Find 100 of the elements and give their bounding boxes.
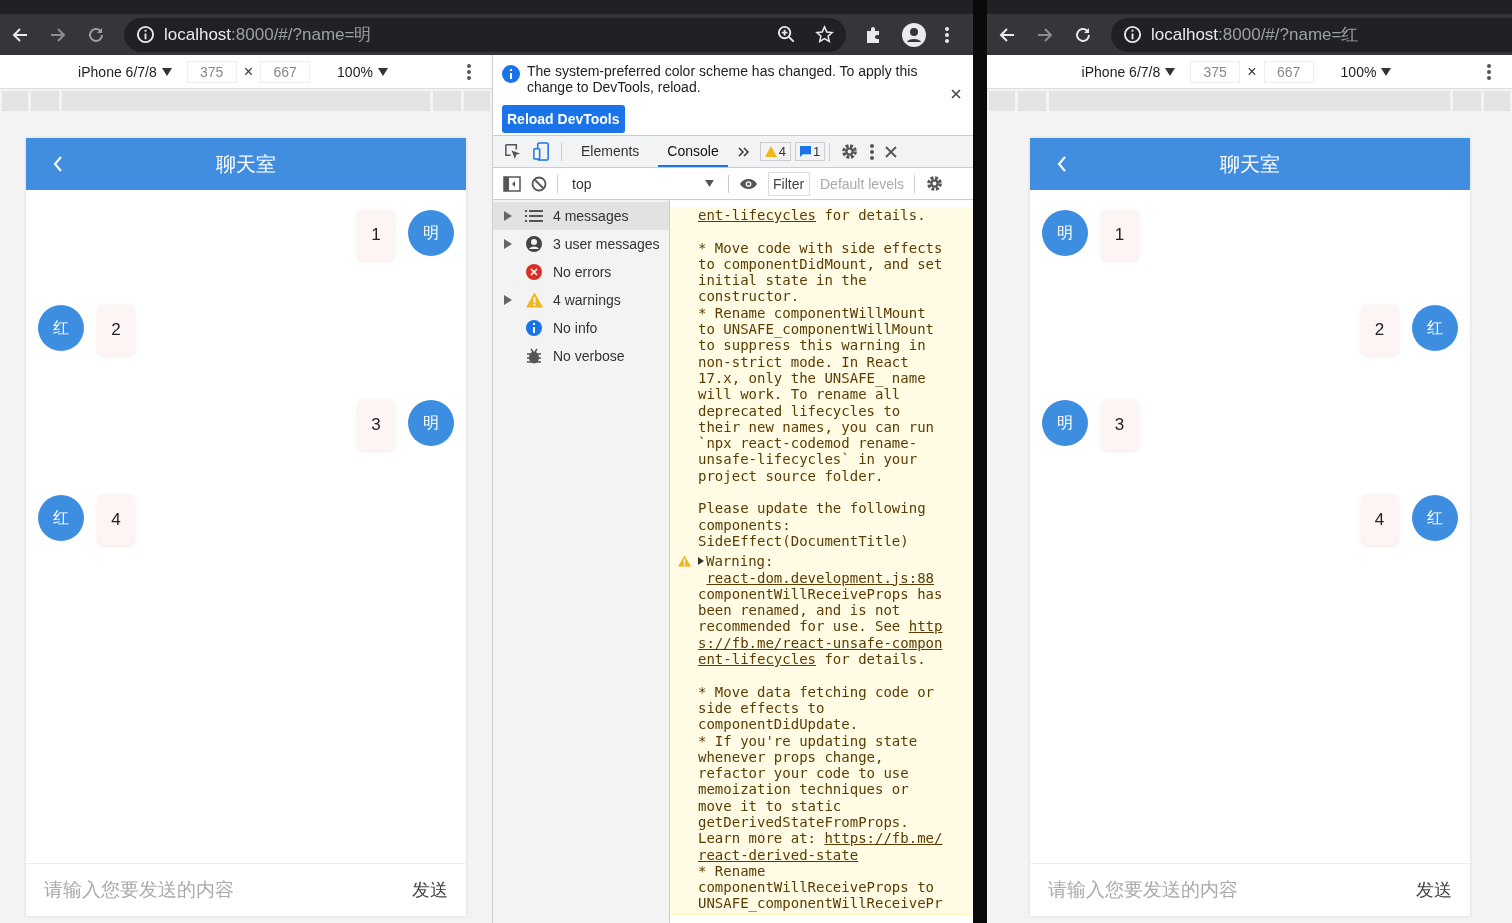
- console-line: `npx react-codemod rename-: [698, 435, 919, 452]
- caret-icon: [1381, 67, 1392, 76]
- caret-icon: [1165, 67, 1176, 76]
- console-line: componentWillReceiveProps to: [698, 879, 935, 896]
- device-select[interactable]: iPhone 6/7/8: [1073, 63, 1184, 80]
- source-link[interactable]: react-dom.development.js:88: [706, 569, 934, 586]
- zoom-select[interactable]: 100%: [1332, 63, 1400, 80]
- zoom-select[interactable]: 100%: [329, 63, 396, 80]
- eye-icon[interactable]: [739, 177, 758, 190]
- console-line: non-strict mode. In React: [698, 353, 910, 370]
- avatar: 红: [1411, 495, 1458, 541]
- message-bubble: 4: [98, 495, 134, 545]
- console-line: Please update the following: [698, 500, 927, 517]
- caret-icon: [161, 67, 172, 76]
- console-line: componentWillReceiveProps has: [698, 585, 944, 603]
- star-icon[interactable]: [815, 25, 834, 44]
- message-bubble: 3: [1101, 400, 1138, 450]
- console-link[interactable]: s://fb.me/react-unsafe-compon: [698, 634, 943, 651]
- warning-icon: [678, 555, 691, 568]
- expand-arrow-icon[interactable]: [698, 557, 704, 566]
- console-message-title: Warning:: [706, 553, 774, 570]
- console-line: * Rename: [698, 862, 767, 880]
- zoom-icon[interactable]: [777, 25, 796, 44]
- sidebar-item[interactable]: 4 warnings: [493, 286, 669, 314]
- inspect-icon[interactable]: [503, 142, 522, 161]
- console-line: refactor your code to use: [698, 765, 910, 782]
- sidebar-item[interactable]: 3 user messages: [493, 230, 669, 258]
- sidebar-item[interactable]: No verbose: [493, 342, 669, 370]
- address-bar[interactable]: localhost:8000/#/?name=红: [1111, 17, 1512, 52]
- sidebar-item[interactable]: No errors: [493, 258, 669, 286]
- console-line: ent-lifecycles for details.: [698, 207, 927, 224]
- console-line: componentDidUpdate.: [698, 716, 860, 733]
- more-tabs-icon[interactable]: [737, 145, 750, 158]
- context-select[interactable]: top: [568, 175, 718, 192]
- expand-arrow-icon[interactable]: [504, 239, 512, 249]
- kebab-menu-icon[interactable]: [869, 142, 876, 161]
- height-field[interactable]: 667: [260, 60, 311, 83]
- devtools-tab[interactable]: Elements: [572, 136, 649, 167]
- message-input[interactable]: 请输入您要发送的内容: [44, 879, 412, 901]
- sidebar-item[interactable]: 4 messages: [493, 202, 669, 230]
- close-icon[interactable]: [951, 89, 961, 99]
- console-line: whenever props change,: [698, 748, 885, 766]
- warning-icon: [525, 292, 543, 308]
- settings-icon[interactable]: [925, 174, 945, 193]
- send-button[interactable]: 发送: [1415, 878, 1452, 902]
- device-select[interactable]: iPhone 6/7/8: [70, 63, 180, 80]
- console-line: to suppress this warning in: [698, 337, 926, 354]
- console-line: unsafe-lifecycles` in your: [698, 451, 919, 468]
- reload-devtools-button[interactable]: Reload DevTools: [502, 105, 625, 133]
- console-line: * If you're updating state: [698, 732, 919, 749]
- console-line: ent-lifecycles for details.: [698, 651, 927, 668]
- message-count-badge[interactable]: 1: [794, 142, 826, 161]
- avatar: 红: [38, 495, 84, 541]
- info-icon: [1123, 25, 1142, 44]
- height-field[interactable]: 667: [1263, 60, 1314, 83]
- console-link[interactable]: ent-lifecycles: [698, 651, 816, 667]
- sidebar-toggle-icon[interactable]: [503, 175, 521, 192]
- message-input[interactable]: 请输入您要发送的内容: [1047, 879, 1416, 901]
- console-line: * Rename componentWillMount: [698, 304, 927, 322]
- message-bubble: 3: [358, 400, 394, 450]
- caret-icon: [377, 67, 388, 76]
- kebab-menu-icon[interactable]: [1486, 62, 1492, 81]
- console-link[interactable]: https://fb.me/: [824, 830, 943, 847]
- list-icon: [525, 209, 543, 223]
- console-line: deprecated lifecycles to: [698, 402, 902, 419]
- warning-count-badge[interactable]: 4: [759, 142, 791, 161]
- clear-console-icon[interactable]: [531, 175, 547, 192]
- console-line: initial state in the: [698, 272, 868, 289]
- avatar: 明: [408, 400, 454, 446]
- console-link[interactable]: ent-lifecycles: [698, 207, 816, 223]
- console-link[interactable]: http: [908, 618, 943, 635]
- times-sign: ×: [243, 62, 254, 81]
- devtools-tab[interactable]: Console: [658, 136, 728, 167]
- kebab-menu-icon[interactable]: [466, 62, 472, 81]
- console-line: UNSAFE_componentWillReceivePr: [698, 895, 944, 912]
- width-field[interactable]: 375: [186, 60, 237, 83]
- kebab-menu-icon[interactable]: [944, 24, 950, 45]
- user-icon: [526, 236, 542, 252]
- error-icon: [526, 264, 542, 280]
- page-title: 聊天室: [1219, 151, 1280, 177]
- width-field[interactable]: 375: [1190, 60, 1241, 83]
- avatar: 明: [1041, 400, 1088, 446]
- close-icon[interactable]: [885, 145, 898, 158]
- warning-icon: [764, 146, 777, 157]
- expand-arrow-icon[interactable]: [504, 295, 512, 305]
- console-line: getDerivedStateFromProps.: [698, 814, 910, 831]
- device-toggle-icon[interactable]: [532, 142, 551, 161]
- sidebar-item[interactable]: No info: [493, 314, 669, 342]
- message-bubble: 1: [1101, 210, 1138, 260]
- times-sign: ×: [1247, 62, 1257, 81]
- avatar: 红: [38, 305, 84, 351]
- console-line: SideEffect(DocumentTitle): [698, 532, 910, 550]
- info-icon: [136, 25, 155, 44]
- console-link[interactable]: react-derived-state: [698, 846, 859, 863]
- settings-icon[interactable]: [840, 142, 860, 161]
- send-button[interactable]: 发送: [412, 878, 448, 902]
- message-bubble: 2: [98, 305, 134, 355]
- address-bar[interactable]: localhost:8000/#/?name=明: [124, 17, 846, 52]
- profile-icon[interactable]: [902, 22, 926, 47]
- filter-field[interactable]: Filter: [768, 171, 810, 196]
